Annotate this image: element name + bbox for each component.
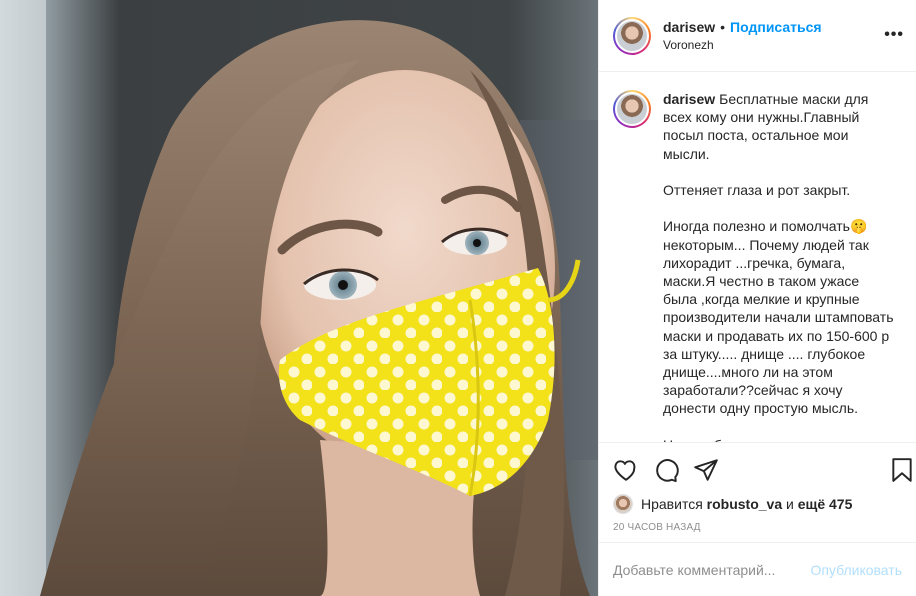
likes-middle: и bbox=[786, 496, 794, 512]
instagram-post: darisew • Подписаться Voronezh ••• daris… bbox=[0, 0, 916, 596]
liker-avatar[interactable] bbox=[613, 494, 633, 514]
follow-button[interactable]: Подписаться bbox=[730, 19, 822, 35]
caption-body: Бесплатные маски для всех кому они нужны… bbox=[663, 91, 894, 442]
comment-icon[interactable] bbox=[653, 457, 679, 483]
selfie-illustration bbox=[0, 0, 598, 596]
caption-avatar[interactable] bbox=[613, 90, 651, 128]
separator-dot: • bbox=[720, 19, 726, 35]
publish-button[interactable]: Опубликовать bbox=[810, 562, 902, 578]
caption-text: darisew Бесплатные маски для всех кому он… bbox=[663, 90, 895, 442]
action-bar bbox=[599, 442, 916, 496]
bookmark-icon[interactable] bbox=[890, 457, 914, 483]
author-line: darisew • Подписаться bbox=[663, 19, 822, 35]
likes-prefix: Нравится bbox=[641, 496, 703, 512]
caption-username[interactable]: darisew bbox=[663, 91, 715, 107]
post-side-panel: darisew • Подписаться Voronezh ••• daris… bbox=[598, 0, 916, 596]
send-icon[interactable] bbox=[693, 457, 719, 483]
author-info: darisew • Подписаться Voronezh bbox=[663, 19, 822, 52]
post-photo[interactable] bbox=[0, 0, 598, 596]
comment-input[interactable] bbox=[613, 561, 811, 578]
comment-form: Опубликовать bbox=[599, 542, 916, 596]
heart-icon[interactable] bbox=[613, 457, 639, 483]
post-timestamp[interactable]: 20 часов назад bbox=[599, 522, 916, 533]
caption-section: darisew Бесплатные маски для всех кому он… bbox=[599, 72, 916, 442]
author-avatar[interactable] bbox=[613, 16, 651, 55]
author-username[interactable]: darisew bbox=[663, 19, 715, 35]
location-link[interactable]: Voronezh bbox=[663, 38, 822, 52]
avatar-image bbox=[615, 18, 649, 53]
more-options-icon[interactable]: ••• bbox=[884, 26, 904, 44]
likes-count[interactable]: ещё 475 bbox=[798, 496, 853, 512]
post-header: darisew • Подписаться Voronezh ••• bbox=[599, 0, 916, 72]
liker-username[interactable]: robusto_va bbox=[707, 496, 782, 512]
avatar-image bbox=[615, 92, 649, 126]
